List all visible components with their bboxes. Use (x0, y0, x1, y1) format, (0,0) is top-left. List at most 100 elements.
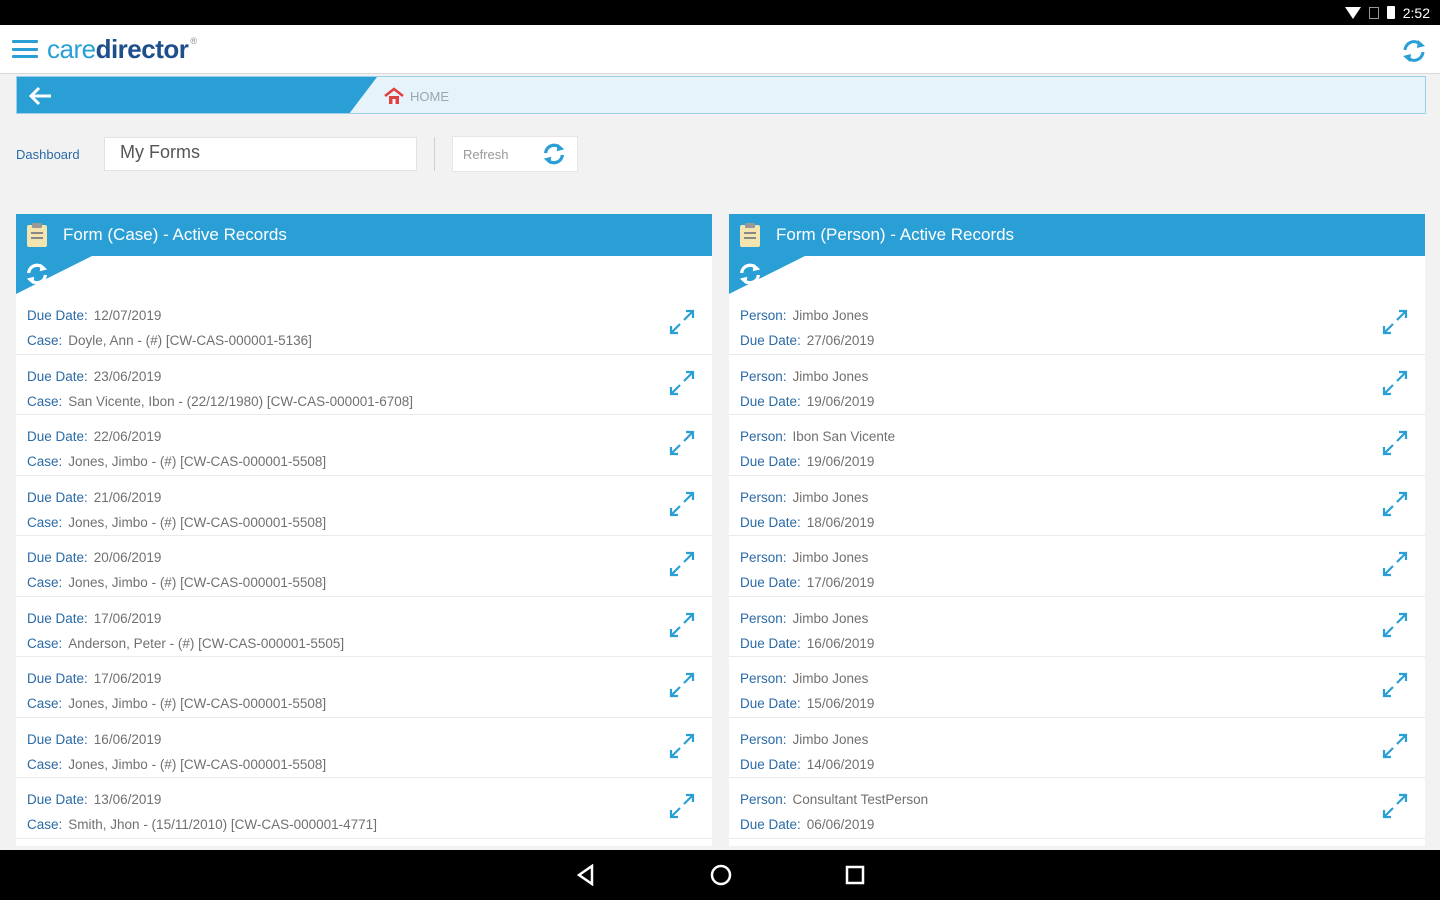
row-line-2: Due Date: 15/06/2019 (740, 691, 1425, 716)
expand-icon[interactable] (668, 550, 696, 578)
expand-icon[interactable] (668, 490, 696, 518)
row-key: Person: (740, 429, 787, 444)
expand-icon[interactable] (1381, 490, 1409, 518)
row-value: 15/06/2019 (806, 696, 875, 711)
expand-icon[interactable] (1381, 611, 1409, 639)
panel-refresh-icon[interactable] (737, 261, 763, 287)
row-line-1: Person: Jimbo Jones (740, 303, 1425, 328)
expand-icon[interactable] (1381, 550, 1409, 578)
row-line-2: Due Date: 27/06/2019 (740, 328, 1425, 353)
sync-icon[interactable] (1400, 37, 1428, 65)
row-line-2: Case: Jones, Jimbo - (#) [CW-CAS-000001-5… (27, 752, 712, 777)
row-key: Person: (740, 489, 787, 505)
row-line-1: Due Date: 21/06/2019 (27, 485, 712, 510)
panel-refresh-icon[interactable] (24, 261, 50, 287)
row-line-1: Person: Ibon San Vicente (740, 424, 1425, 449)
row-value: Jimbo Jones (792, 731, 869, 747)
logo-text-director: director (95, 33, 189, 64)
expand-icon[interactable] (1381, 671, 1409, 699)
row-value: Jones, Jimbo - (#) [CW-CAS-000001-5508] (68, 756, 327, 772)
row-key: Case: (27, 817, 63, 832)
row-line-1: Person: Jimbo Jones (740, 727, 1425, 752)
status-time: 2:52 (1402, 4, 1430, 21)
expand-icon[interactable] (1381, 308, 1409, 336)
dashboard-toolbar: Dashboard My Forms Refresh (16, 136, 578, 172)
row-value: Jones, Jimbo - (#) [CW-CAS-000001-5508] (68, 575, 327, 590)
refresh-button[interactable]: Refresh (452, 136, 578, 172)
recents-nav-icon[interactable] (845, 865, 865, 885)
arrow-left-icon (28, 86, 51, 106)
home-nav-icon[interactable] (709, 863, 733, 887)
row-line-1: Due Date: 23/06/2019 (27, 364, 712, 389)
row-line-2: Due Date: 06/06/2019 (740, 812, 1425, 837)
breadcrumb-home[interactable]: HOME (383, 87, 449, 105)
list-item[interactable]: Person: Jimbo Jones Due Date: 27/06/2019 (729, 294, 1425, 355)
expand-icon[interactable] (668, 429, 696, 457)
list-item[interactable]: Due Date: 13/06/2019 Case: Smith, Jhon - (1… (16, 778, 712, 839)
expand-icon[interactable] (1381, 429, 1409, 457)
row-line-2: Case: Jones, Jimbo - (#) [CW-CAS-000001-5… (27, 570, 712, 595)
row-line-2: Case: Jones, Jimbo - (#) [CW-CAS-000001-5… (27, 510, 712, 535)
row-line-2: Case: Jones, Jimbo - (#) [CW-CAS-000001-5… (27, 691, 712, 716)
back-nav-icon[interactable] (575, 864, 597, 886)
row-key: Due Date: (740, 817, 801, 832)
row-key: Due Date: (27, 429, 88, 444)
expand-icon[interactable] (668, 369, 696, 397)
row-line-1: Due Date: 16/06/2019 (27, 727, 712, 752)
row-value: Jimbo Jones (792, 671, 869, 686)
row-key: Person: (740, 792, 787, 807)
expand-icon[interactable] (1381, 792, 1409, 820)
row-key: Case: (27, 454, 63, 469)
row-value: 19/06/2019 (806, 454, 875, 469)
list-item[interactable]: Person: Consultant TestPerson Due Date: 06/… (729, 778, 1425, 839)
logo-registered-mark: ® (190, 35, 197, 46)
expand-icon[interactable] (1381, 369, 1409, 397)
wifi-icon (1344, 6, 1361, 19)
list-item[interactable]: Due Date: 16/06/2019 Case: Jones, Jimbo - (… (16, 718, 712, 778)
refresh-label: Refresh (463, 146, 509, 162)
list-item[interactable]: Due Date: 17/06/2019 Case: Anderson, Peter … (16, 597, 712, 657)
list-item[interactable]: Due Date: 20/06/2019 Case: Jones, Jimbo - (… (16, 536, 712, 597)
back-button[interactable] (17, 77, 377, 113)
list-item[interactable]: Due Date: 12/07/2019 Case: Doyle, Ann - (#)… (16, 294, 712, 355)
list-item[interactable]: Person: Ibon San Vicente Due Date: 19/06/20… (729, 415, 1425, 476)
expand-icon[interactable] (668, 792, 696, 820)
list-item[interactable]: Due Date: 21/06/2019 Case: Jones, Jimbo - (… (16, 476, 712, 536)
list-item[interactable]: Person: Jimbo Jones Due Date: 15/06/2019 (729, 657, 1425, 718)
case-forms-list: Due Date: 12/07/2019 Case: Doyle, Ann - (#)… (16, 294, 712, 839)
list-item[interactable]: Person: Jimbo Jones Due Date: 17/06/2019 (729, 536, 1425, 597)
row-value: 21/06/2019 (93, 489, 162, 505)
row-key: Person: (740, 610, 787, 626)
list-item[interactable]: Person: Jimbo Jones Due Date: 16/06/2019 (729, 597, 1425, 657)
list-item[interactable]: Person: Jimbo Jones Due Date: 18/06/2019 (729, 476, 1425, 536)
panel-header: Form (Case) - Active Records (16, 214, 712, 256)
expand-icon[interactable] (668, 611, 696, 639)
expand-icon[interactable] (668, 732, 696, 760)
expand-icon[interactable] (668, 671, 696, 699)
list-item[interactable]: Due Date: 23/06/2019 Case: San Vicente, Ibo… (16, 355, 712, 415)
row-key: Due Date: (27, 792, 88, 807)
toolbar-divider (434, 137, 435, 171)
list-item[interactable]: Due Date: 22/06/2019 Case: Jones, Jimbo - (… (16, 415, 712, 476)
expand-icon[interactable] (1381, 732, 1409, 760)
dashboard-select[interactable]: My Forms (104, 137, 417, 171)
person-forms-list: Person: Jimbo Jones Due Date: 27/06/2019 Per… (729, 294, 1425, 839)
expand-icon[interactable] (668, 308, 696, 336)
row-line-2: Due Date: 16/06/2019 (740, 631, 1425, 656)
row-line-1: Person: Consultant TestPerson (740, 787, 1425, 812)
row-line-1: Person: Jimbo Jones (740, 545, 1425, 570)
row-value: 17/06/2019 (93, 610, 162, 626)
list-item[interactable]: Person: Jimbo Jones Due Date: 14/06/2019 (729, 718, 1425, 778)
list-item[interactable]: Due Date: 17/06/2019 Case: Jones, Jimbo - (… (16, 657, 712, 718)
row-value: 19/06/2019 (806, 393, 875, 409)
home-icon (384, 87, 404, 104)
list-item[interactable]: Person: Jimbo Jones Due Date: 19/06/2019 (729, 355, 1425, 415)
row-line-1: Person: Jimbo Jones (740, 666, 1425, 691)
menu-icon[interactable] (12, 40, 38, 58)
row-value: Ibon San Vicente (792, 429, 896, 444)
row-line-2: Case: Doyle, Ann - (#) [CW-CAS-000001-513… (27, 328, 712, 353)
row-value: Jones, Jimbo - (#) [CW-CAS-000001-5508] (68, 696, 327, 711)
row-value: 16/06/2019 (806, 635, 875, 651)
row-value: 06/06/2019 (806, 817, 875, 832)
row-line-2: Due Date: 19/06/2019 (740, 389, 1425, 414)
